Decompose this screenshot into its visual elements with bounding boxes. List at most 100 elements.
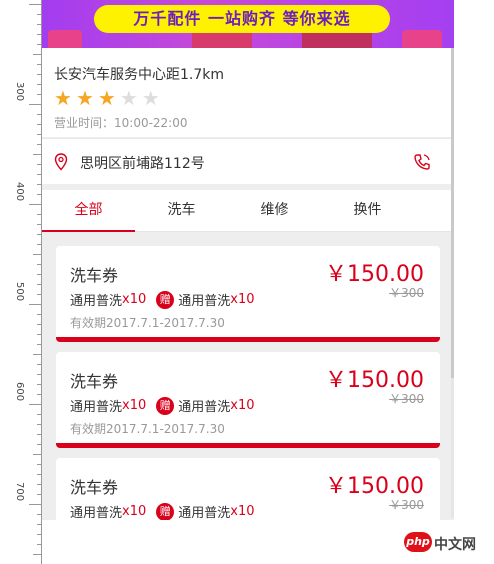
coupon-validity: 有效期2017.7.1-2017.7.30	[70, 422, 225, 436]
coupon-original-price: ￥300	[389, 286, 424, 300]
ruler-tick	[37, 284, 41, 285]
ruler-tick	[37, 244, 41, 245]
ruler-tick	[33, 454, 41, 455]
coupon-title: 洗车券	[70, 266, 119, 285]
ruler-tick	[37, 184, 41, 185]
coupon-qty: x10	[122, 398, 147, 413]
coupon-items: 通用普洗 x10 赠 通用普洗 x10	[70, 396, 255, 415]
ruler-tick	[37, 364, 41, 365]
promo-banner[interactable]: 万千配件 一站购齐 等你来选	[42, 0, 454, 48]
ruler-label: 300	[14, 82, 25, 102]
coupon-bonus-qty: x10	[230, 398, 255, 413]
ruler-tick	[37, 124, 41, 125]
coupon-item: 通用普洗	[70, 400, 123, 415]
watermark-logo: php 中文网	[404, 532, 488, 558]
store-name: 长安汽车服务中心距1.7km	[54, 67, 225, 83]
coupon-item: 通用普洗	[70, 506, 123, 520]
gift-badge: 赠	[156, 290, 175, 309]
ruler-tick	[33, 54, 41, 55]
ruler-tick	[37, 44, 41, 45]
coupon-items: 通用普洗 x10 赠 通用普洗 x10	[70, 502, 255, 520]
app-view: 万千配件 一站购齐 等你来选 长安汽车服务中心距1.7km ★ ★ ★ ★ ★ 营业时间…	[42, 0, 454, 520]
gift-badge: 赠	[156, 502, 175, 520]
gift-badge: 赠	[156, 396, 175, 415]
coupon-original-price: ￥300	[389, 392, 424, 406]
ruler-tick	[33, 354, 41, 355]
ruler-tick	[37, 414, 41, 415]
category-tabs: 全部 洗车 维修 换件	[42, 190, 454, 232]
star-empty-icon: ★	[119, 86, 138, 110]
store-info: 长安汽车服务中心距1.7km ★ ★ ★ ★ ★ 营业时间：10:00-22:00	[42, 48, 454, 137]
ruler-tick	[37, 214, 41, 215]
coupon-bonus-qty: x10	[230, 504, 255, 519]
tab-car-wash[interactable]: 洗车	[135, 190, 228, 232]
ruler-label: 400	[14, 182, 25, 202]
ruler-tick	[37, 74, 41, 75]
scrollbar[interactable]	[451, 48, 454, 518]
star-filled-icon: ★	[54, 86, 72, 110]
ruler-tick	[29, 304, 41, 305]
star-rating: ★ ★ ★ ★ ★	[54, 88, 160, 108]
banner-decoration	[402, 30, 442, 48]
coupon-items: 通用普洗 x10 赠 通用普洗 x10	[70, 290, 255, 309]
star-filled-icon: ★	[97, 86, 116, 110]
ruler-tick	[37, 234, 41, 235]
ruler-tick	[37, 274, 41, 275]
ruler-tick	[37, 164, 41, 165]
vertical-ruler: 300 400 500 600 700	[14, 0, 42, 564]
ruler-tick	[37, 494, 41, 495]
ruler-tick	[29, 204, 41, 205]
business-hours: 营业时间：10:00-22:00	[54, 116, 188, 130]
address-row[interactable]: 思明区前埔路112号	[42, 138, 454, 184]
tab-repair[interactable]: 维修	[228, 190, 321, 232]
ruler-label: 600	[14, 382, 25, 402]
ruler-tick	[37, 14, 41, 15]
coupon-accent-bar	[56, 337, 440, 342]
ruler-tick	[37, 524, 41, 525]
banner-slogan: 万千配件 一站购齐 等你来选	[94, 5, 390, 33]
coupon-validity: 有效期2017.7.1-2017.7.30	[70, 316, 225, 330]
ruler-tick	[37, 144, 41, 145]
tab-all[interactable]: 全部	[42, 190, 135, 232]
ruler-label: 500	[14, 282, 25, 302]
star-empty-icon: ★	[141, 86, 160, 110]
phone-icon[interactable]	[412, 152, 432, 172]
ruler-tick	[33, 554, 41, 555]
ruler-label: 700	[14, 482, 25, 502]
ruler-tick	[37, 224, 41, 225]
ruler-tick	[37, 544, 41, 545]
ruler-tick	[37, 324, 41, 325]
ruler-tick	[37, 134, 41, 135]
coupon-title: 洗车券	[70, 478, 119, 497]
coupon-accent-bar	[56, 443, 440, 448]
ruler-tick	[37, 444, 41, 445]
address-text: 思明区前埔路112号	[80, 156, 205, 172]
coupon-card[interactable]: 洗车券 通用普洗 x10 赠 通用普洗 x10 有效期2017.7.1-2017…	[56, 352, 440, 448]
banner-decoration	[48, 30, 82, 48]
coupon-card[interactable]: 洗车券 通用普洗 x10 赠 通用普洗 x10 ￥150.00 ￥300	[56, 458, 440, 520]
tab-replace-parts[interactable]: 换件	[321, 190, 414, 232]
ruler-tick	[37, 264, 41, 265]
scrollbar-thumb[interactable]	[451, 48, 454, 378]
ruler-tick	[37, 514, 41, 515]
coupon-item: 通用普洗	[70, 294, 123, 309]
coupon-qty: x10	[122, 292, 147, 307]
ruler-tick	[37, 484, 41, 485]
ruler-tick	[37, 384, 41, 385]
coupon-bonus-item: 通用普洗	[178, 506, 231, 520]
ruler-tick	[37, 464, 41, 465]
coupon-bonus-qty: x10	[230, 292, 255, 307]
ruler-tick	[29, 4, 41, 5]
ruler-tick	[37, 24, 41, 25]
ruler-tick	[29, 504, 41, 505]
ruler-tick	[37, 94, 41, 95]
ruler-tick	[37, 394, 41, 395]
ruler-tick	[37, 474, 41, 475]
ruler-tick	[29, 404, 41, 405]
ruler-tick	[37, 314, 41, 315]
ruler-tick	[37, 374, 41, 375]
watermark-text: 中文网	[434, 537, 476, 553]
coupon-bonus-item: 通用普洗	[178, 294, 231, 309]
ruler-tick	[37, 84, 41, 85]
coupon-card[interactable]: 洗车券 通用普洗 x10 赠 通用普洗 x10 有效期2017.7.1-2017…	[56, 246, 440, 342]
